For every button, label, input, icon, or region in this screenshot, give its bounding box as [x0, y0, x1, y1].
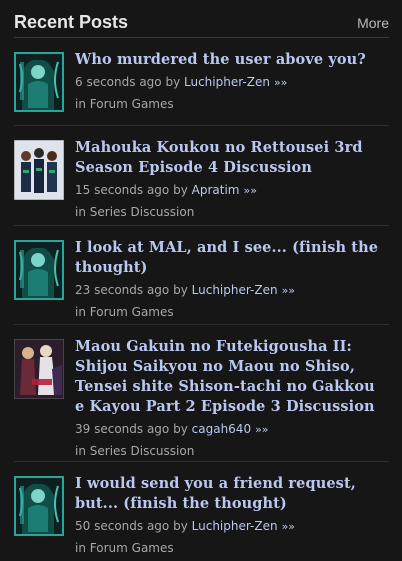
post-time: 50 seconds ago	[75, 519, 170, 533]
anime-poster-cover-icon	[14, 339, 64, 399]
post-meta: 39 seconds ago by cagah640 »»	[75, 420, 389, 439]
widget-header: Recent Posts More	[14, 0, 389, 38]
post-category: in Forum Games	[75, 95, 389, 113]
recent-posts-widget: Recent Posts More Who murdered the user …	[0, 0, 402, 561]
post-body: I look at MAL, and I see... (finish the …	[75, 238, 389, 324]
post-user-link[interactable]: Luchipher-Zen	[184, 75, 270, 89]
post-user-link[interactable]: Luchipher-Zen	[192, 519, 278, 533]
post-by: by	[173, 283, 188, 297]
post-title-link[interactable]: I would send you a friend request, but..…	[75, 474, 389, 514]
more-link[interactable]: More	[357, 14, 389, 32]
post-item: I would send you a friend request, but..…	[14, 462, 389, 561]
anime-group-cover-icon	[14, 140, 64, 200]
post-user-link[interactable]: cagah640	[192, 422, 251, 436]
post-time: 23 seconds ago	[75, 283, 170, 297]
post-item: Maou Gakuin no Futekigousha II: Shijou S…	[14, 325, 389, 462]
teal-character-avatar-icon	[14, 240, 64, 300]
post-thumbnail[interactable]	[14, 476, 64, 536]
jump-to-post-icon[interactable]: »»	[282, 284, 295, 297]
post-body: Mahouka Koukou no Rettousei 3rd Season E…	[75, 138, 389, 225]
post-body: Maou Gakuin no Futekigousha II: Shijou S…	[75, 337, 389, 461]
post-in: in	[75, 541, 86, 555]
post-user-link[interactable]: Apratim	[192, 183, 240, 197]
post-by: by	[173, 183, 188, 197]
post-by: by	[173, 519, 188, 533]
post-title-link[interactable]: Who murdered the user above you?	[75, 50, 389, 70]
post-body: Who murdered the user above you? 6 secon…	[75, 50, 389, 125]
category-link[interactable]: Series Discussion	[90, 444, 195, 458]
post-category: in Forum Games	[75, 539, 389, 557]
post-by: by	[165, 75, 181, 89]
post-category: in Series Discussion	[75, 442, 389, 460]
post-category: in Series Discussion	[75, 203, 389, 221]
post-category: in Forum Games	[75, 303, 389, 321]
post-user-link[interactable]: Luchipher-Zen	[192, 283, 278, 297]
post-body: I would send you a friend request, but..…	[75, 474, 389, 561]
post-thumbnail[interactable]	[14, 52, 64, 112]
post-meta: 50 seconds ago by Luchipher-Zen »»	[75, 517, 389, 536]
post-in: in	[75, 444, 86, 458]
category-link[interactable]: Forum Games	[90, 97, 174, 111]
teal-character-avatar-icon	[14, 52, 64, 112]
post-in: in	[75, 97, 86, 111]
post-title-link[interactable]: Maou Gakuin no Futekigousha II: Shijou S…	[75, 337, 389, 417]
post-title-link[interactable]: Mahouka Koukou no Rettousei 3rd Season E…	[75, 138, 389, 178]
post-by: by	[173, 422, 188, 436]
jump-to-post-icon[interactable]: »»	[282, 520, 295, 533]
widget-title: Recent Posts	[14, 12, 129, 32]
post-title-link[interactable]: I look at MAL, and I see... (finish the …	[75, 238, 389, 278]
post-item: I look at MAL, and I see... (finish the …	[14, 226, 389, 325]
category-link[interactable]: Series Discussion	[90, 205, 195, 219]
post-meta: 15 seconds ago by Apratim»»	[75, 181, 389, 200]
post-item: Who murdered the user above you? 6 secon…	[14, 38, 389, 126]
jump-to-post-icon[interactable]: »»	[243, 184, 256, 197]
post-meta: 6 seconds ago by Luchipher-Zen »»	[75, 73, 389, 92]
post-in: in	[75, 205, 86, 219]
category-link[interactable]: Forum Games	[90, 541, 174, 555]
category-link[interactable]: Forum Games	[90, 305, 174, 319]
post-in: in	[75, 305, 86, 319]
teal-character-avatar-icon	[14, 476, 64, 536]
post-time: 39 seconds ago	[75, 422, 170, 436]
jump-to-post-icon[interactable]: »»	[274, 76, 287, 89]
post-thumbnail[interactable]	[14, 140, 64, 200]
post-item: Mahouka Koukou no Rettousei 3rd Season E…	[14, 126, 389, 226]
post-time: 15 seconds ago	[75, 183, 170, 197]
post-thumbnail[interactable]	[14, 339, 64, 399]
jump-to-post-icon[interactable]: »»	[255, 423, 268, 436]
post-meta: 23 seconds ago by Luchipher-Zen »»	[75, 281, 389, 300]
post-thumbnail[interactable]	[14, 240, 64, 300]
post-time: 6 seconds ago	[75, 75, 162, 89]
